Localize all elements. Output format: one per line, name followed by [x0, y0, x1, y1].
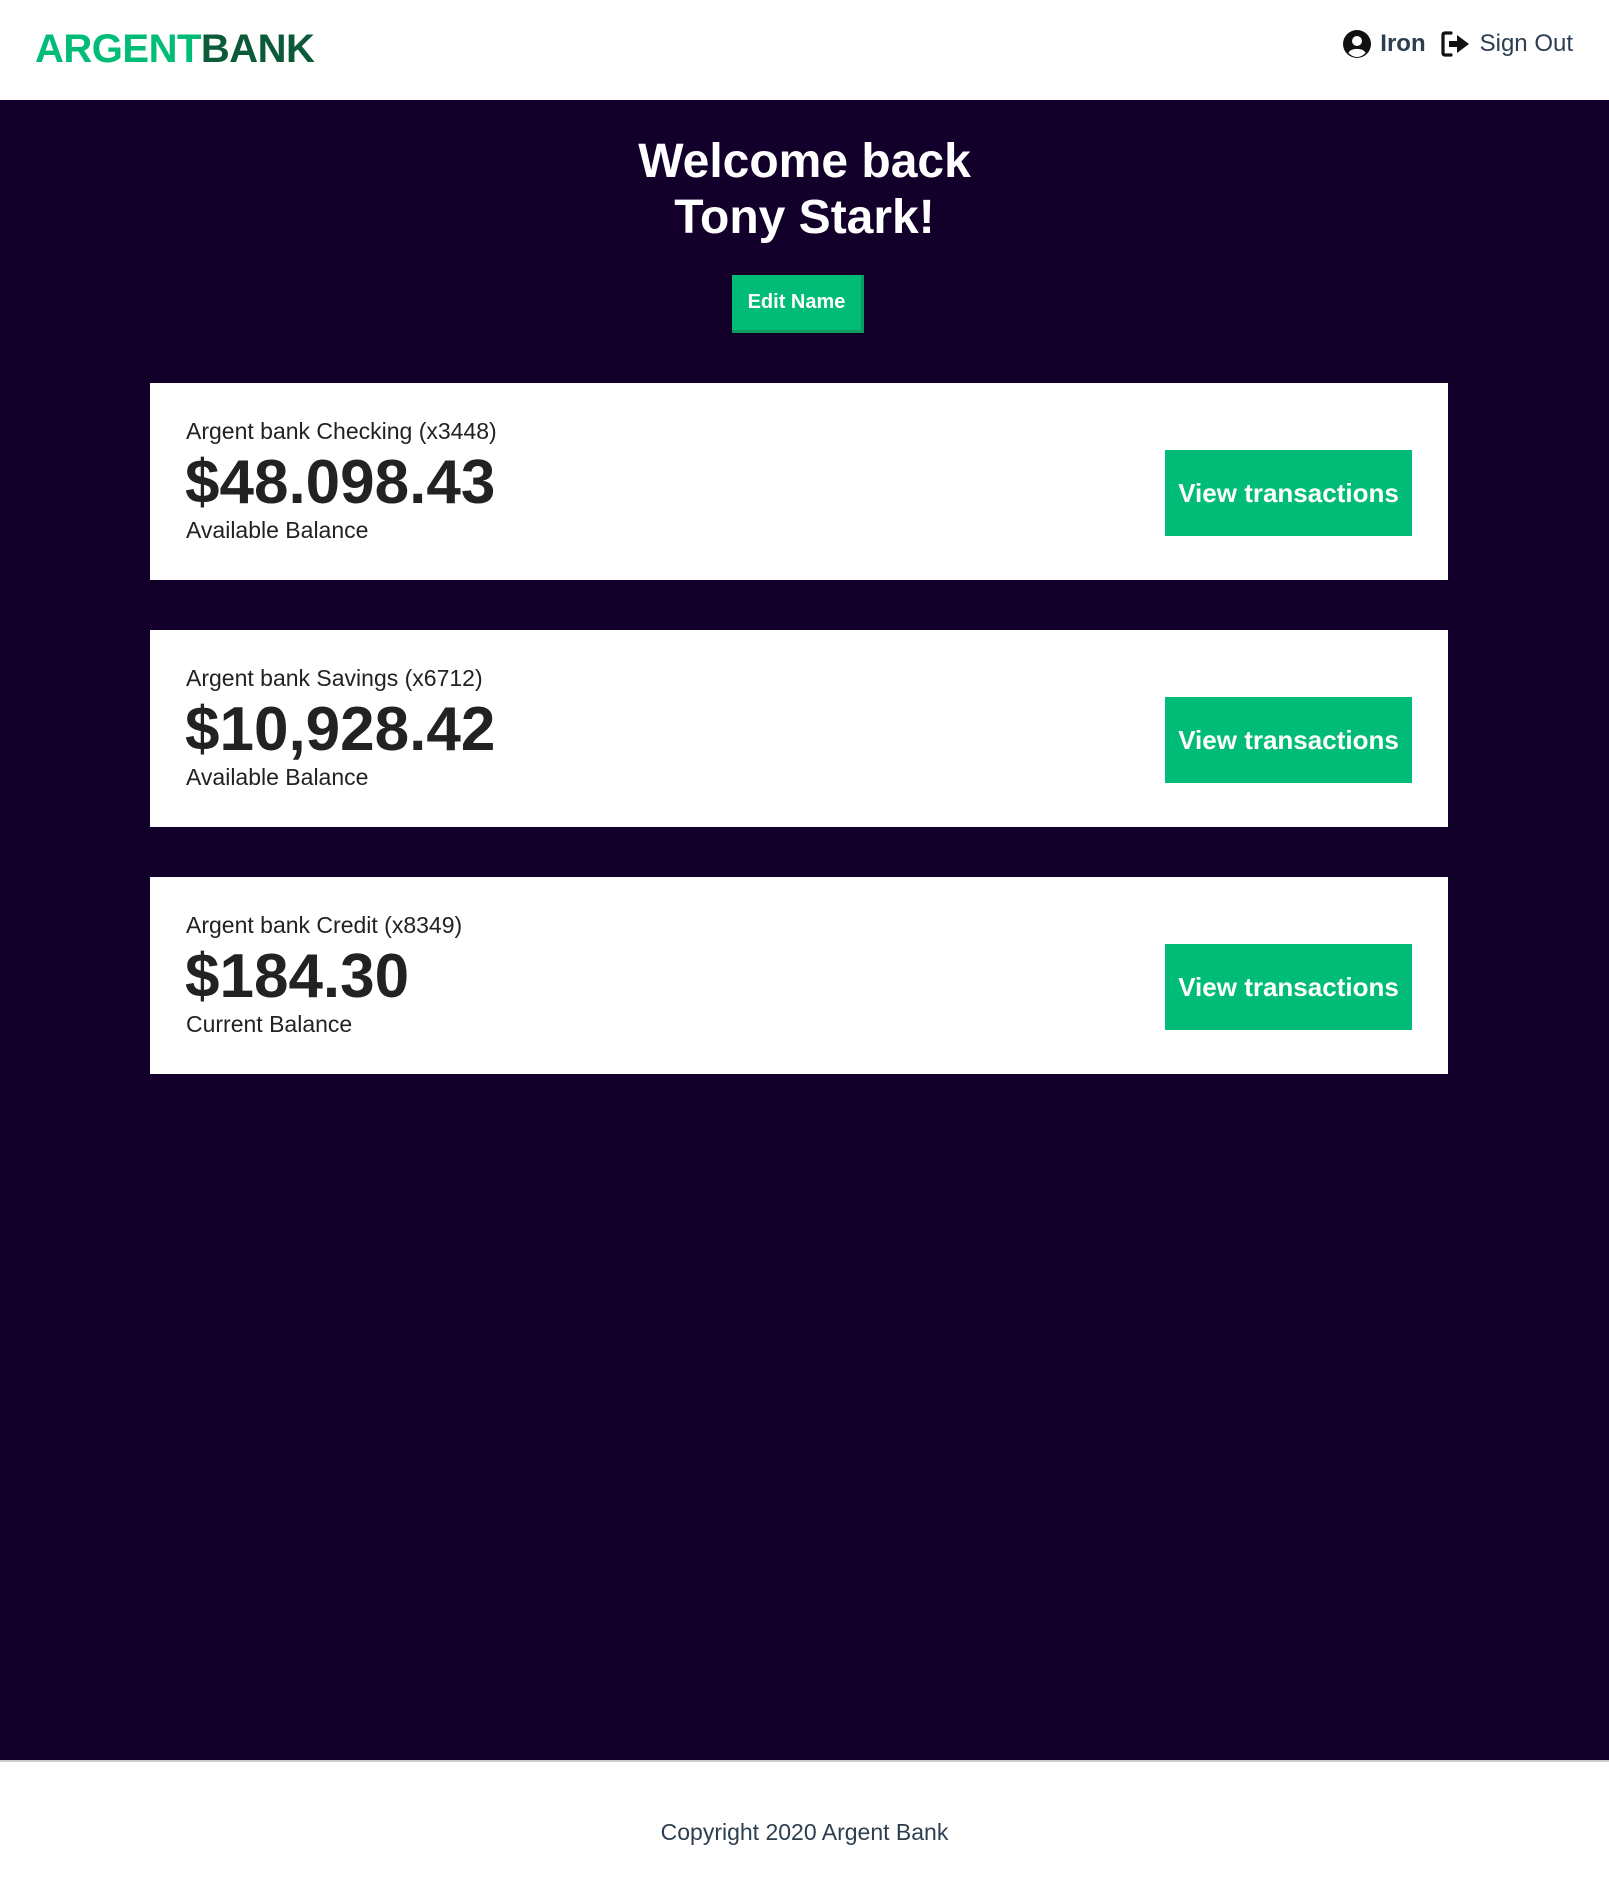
account-card-checking: Argent bank Checking (x3448) $48.098.43 …	[150, 383, 1448, 580]
logo-text-argent: ARGENT	[35, 26, 201, 71]
account-amount-description: Available Balance	[186, 517, 369, 543]
view-transactions-button[interactable]: View transactions	[1165, 450, 1412, 536]
account-amount: $184.30	[185, 942, 410, 1011]
logo-text-bank: BANK	[200, 26, 315, 71]
account-card-credit: Argent bank Credit (x8349) $184.30 Curre…	[150, 877, 1448, 1074]
sign-out-label: Sign Out	[1479, 30, 1573, 57]
main-content: Welcome back Tony Stark! Edit Name Argen…	[0, 100, 1609, 1760]
welcome-title: Welcome back Tony Stark!	[0, 134, 1609, 246]
top-navigation-bar: ARGENT BANK Iron Sign Out	[0, 0, 1609, 100]
account-amount-description: Current Balance	[186, 1011, 353, 1037]
user-nav: Iron Sign Out	[1342, 26, 1573, 62]
welcome-user-name: Tony Stark!	[674, 191, 935, 244]
user-name: Iron	[1380, 30, 1426, 57]
edit-name-button[interactable]: Edit Name	[732, 275, 864, 333]
sign-out-link[interactable]: Sign Out	[1440, 30, 1573, 58]
argent-bank-logo[interactable]: ARGENT BANK	[35, 24, 315, 74]
sign-out-icon	[1441, 31, 1469, 57]
view-transactions-button[interactable]: View transactions	[1165, 697, 1412, 783]
account-amount-description: Available Balance	[186, 764, 369, 790]
view-transactions-button[interactable]: View transactions	[1165, 944, 1412, 1030]
user-profile-link[interactable]: Iron	[1342, 29, 1426, 59]
welcome-header: Welcome back Tony Stark!	[0, 134, 1609, 246]
welcome-line-1: Welcome back	[638, 135, 971, 188]
account-card-savings: Argent bank Savings (x6712) $10,928.42 A…	[150, 630, 1448, 827]
account-title: Argent bank Checking (x3448)	[186, 418, 497, 444]
account-amount: $48.098.43	[185, 448, 496, 517]
user-circle-icon	[1343, 30, 1372, 58]
account-title: Argent bank Savings (x6712)	[186, 665, 483, 691]
account-amount: $10,928.42	[185, 695, 496, 764]
footer: Copyright 2020 Argent Bank	[0, 1760, 1609, 1903]
copyright-text: Copyright 2020 Argent Bank	[660, 1819, 949, 1845]
account-title: Argent bank Credit (x8349)	[186, 912, 463, 938]
